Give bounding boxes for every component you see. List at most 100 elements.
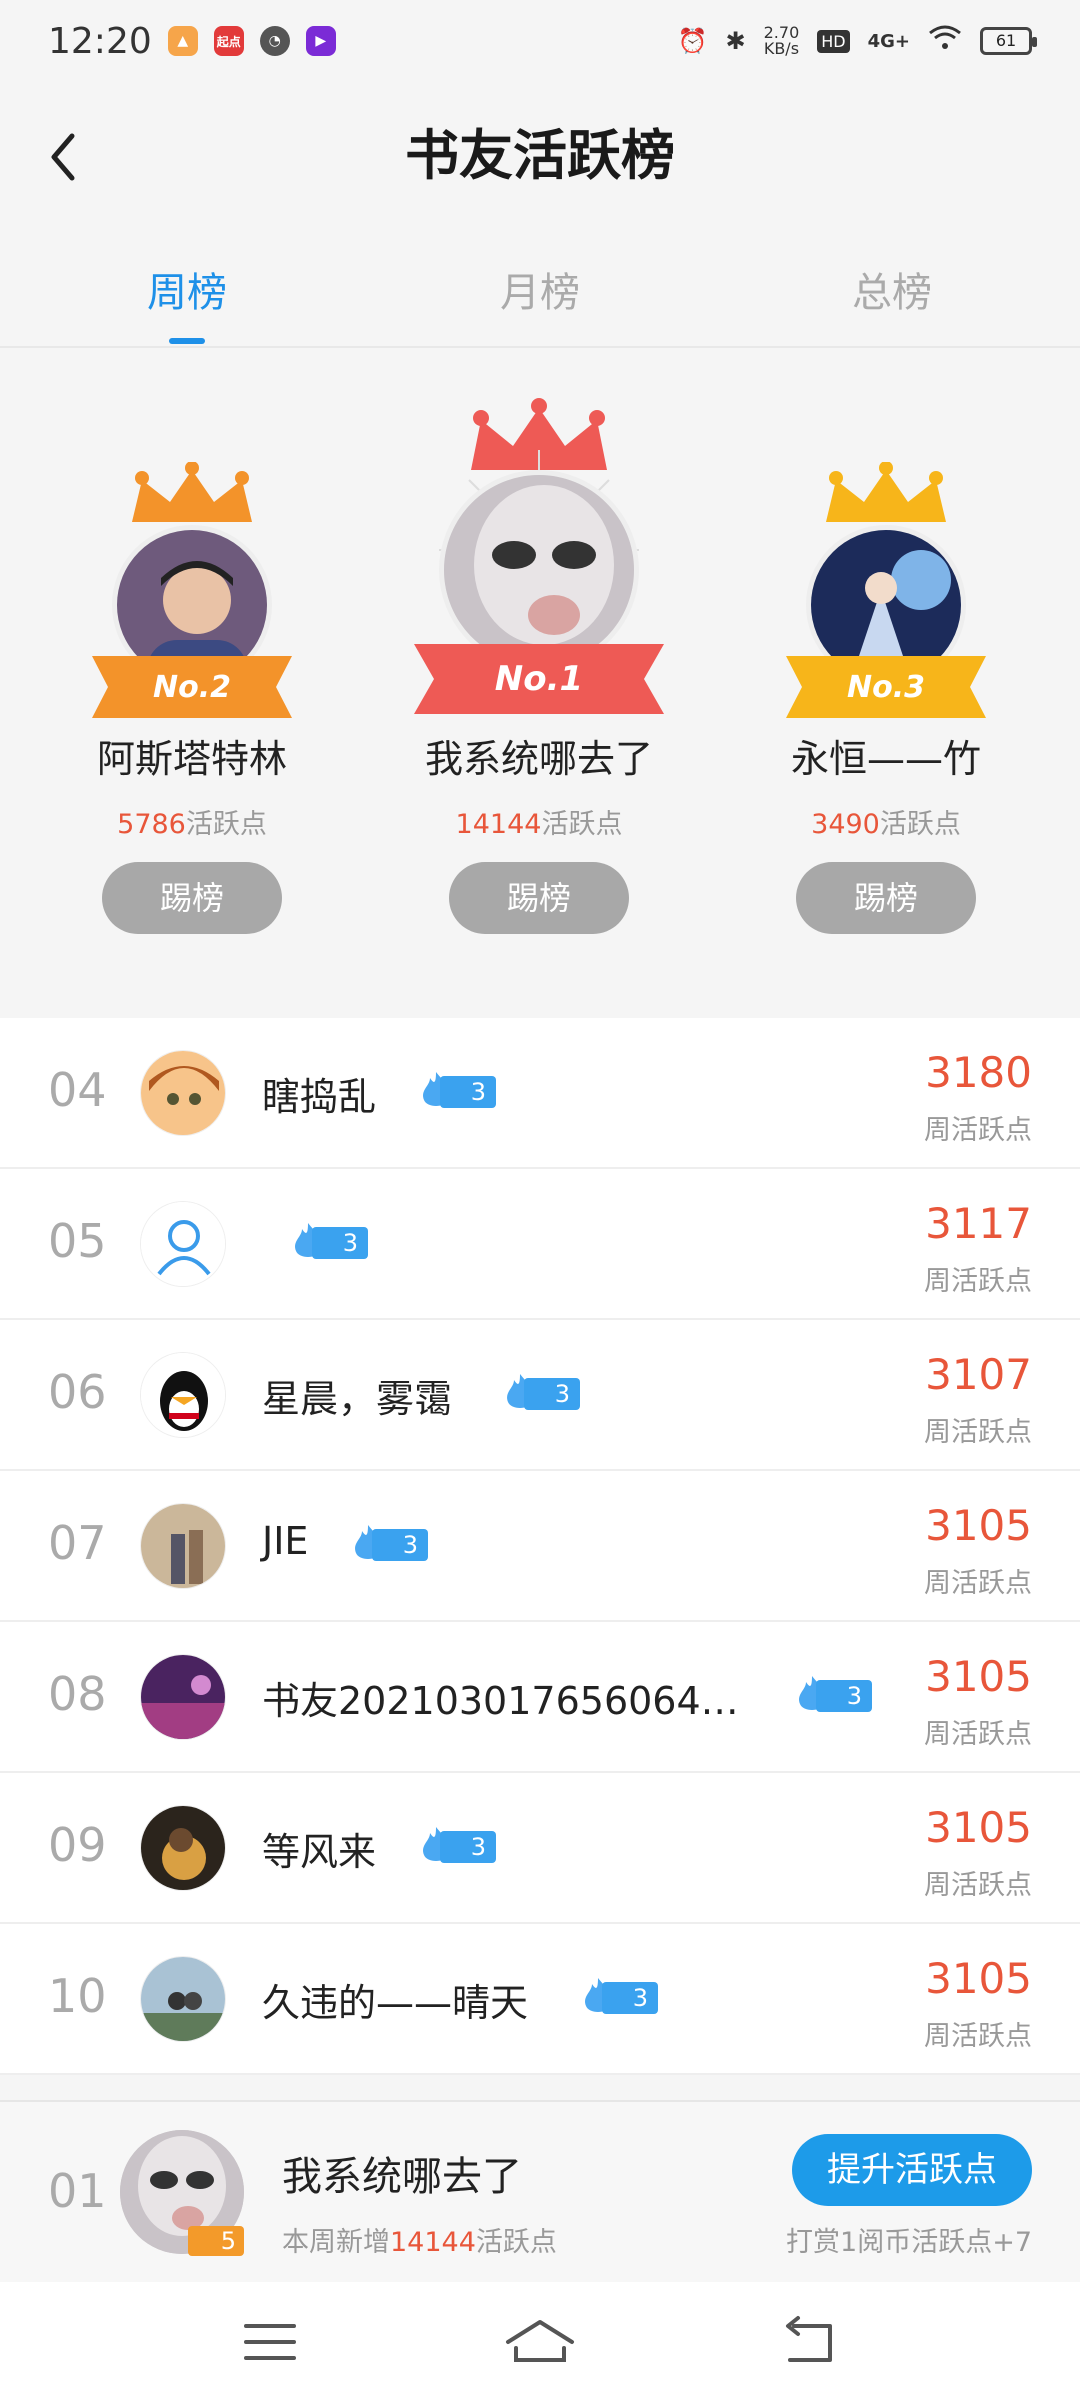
tab-active-indicator (169, 338, 205, 344)
video-notification-icon: ▶ (305, 26, 336, 56)
level-badge: 3 (580, 1976, 660, 2016)
table-row[interactable]: 07 JIE 3 3105 周活跃点 (0, 1471, 1080, 1622)
avatar[interactable] (140, 1805, 226, 1891)
my-weekly-summary: 本周新增14144活跃点 (282, 2220, 557, 2259)
row-points-label: 周活跃点 (924, 1115, 1032, 1146)
row-points-label: 周活跃点 (924, 1568, 1032, 1599)
avatar[interactable] (140, 1654, 226, 1740)
podium-third: No.3 永恒——竹 3490活跃点 踢榜 (706, 350, 1066, 995)
avatar[interactable] (140, 1352, 226, 1438)
rank-number: 09 (48, 1818, 107, 1872)
menu-button[interactable] (230, 2312, 310, 2372)
user-name: 久违的——晴天 (262, 1981, 529, 2025)
tab-weekly[interactable]: 周榜 (87, 260, 287, 318)
ranking-list: 04 瞎捣乱 3 3180 周活跃点 05 3 3117 周活跃点 06 星晨， (0, 1018, 1080, 2075)
back-arrow-icon (786, 2316, 832, 2362)
table-row[interactable]: 10 久违的——晴天 3 3105 周活跃点 (0, 1924, 1080, 2075)
row-points-label: 周活跃点 (924, 1266, 1032, 1297)
user-name: 星晨，雾霭 (262, 1377, 453, 1421)
table-row[interactable]: 05 3 3117 周活跃点 (0, 1169, 1080, 1320)
user-name: 书友20210301765606​4… (262, 1679, 739, 1723)
podium-points: 14144活跃点 (359, 802, 719, 841)
podium-name: 我系统哪去了 (424, 737, 653, 781)
avatar[interactable] (140, 1956, 226, 2042)
title-bar: 书友活跃榜 (0, 82, 1080, 230)
status-left: 12:20 ▲ 起点 ◔ ▶ (48, 21, 336, 62)
rank-number: 05 (48, 1214, 107, 1268)
summary-prefix: 本周新增 (282, 2227, 390, 2258)
my-name: 我系统哪去了 (282, 2154, 522, 2200)
user-name: 瞎捣乱 (262, 1075, 377, 1119)
points-suffix: 活跃点 (879, 809, 961, 840)
user-name: JIE (262, 1519, 309, 1563)
system-back-button[interactable] (770, 2312, 850, 2372)
podium-name: 阿斯塔特林 (96, 737, 287, 781)
avatar-image (141, 1957, 225, 2041)
default-user-icon (141, 1202, 225, 1286)
avatar[interactable] (140, 1503, 226, 1589)
kick-button[interactable]: 踢榜 (796, 862, 976, 934)
kick-button[interactable]: 踢榜 (449, 862, 629, 934)
points-value: 3490 (811, 809, 880, 840)
table-row[interactable]: 09 等风来 3 3105 周活跃点 (0, 1773, 1080, 1924)
podium-first: No.1 我系统哪去了 14144活跃点 踢榜 (359, 350, 719, 995)
table-row[interactable]: 04 瞎捣乱 3 3180 周活跃点 (0, 1018, 1080, 1169)
avatar[interactable] (140, 1201, 226, 1287)
alarm-icon: ⏰ (677, 27, 708, 55)
avatar-image (141, 1051, 225, 1135)
home-icon (506, 2320, 574, 2362)
level-value: 3 (312, 1227, 368, 1259)
battery-indicator: 61 (980, 27, 1037, 55)
network-type: 4G+ (867, 30, 910, 52)
system-nav-bar (0, 2282, 1080, 2408)
podium-name: 永恒——竹 (790, 737, 981, 781)
row-points: 3105 (925, 1652, 1032, 1701)
avatar-image (141, 1655, 225, 1739)
crown-silver-icon (132, 462, 252, 522)
level-value: 3 (440, 1076, 496, 1108)
row-points: 3105 (925, 1803, 1032, 1852)
level-value: 3 (440, 1831, 496, 1863)
user-name: 等风来 (262, 1830, 377, 1874)
avatar-image (141, 1504, 225, 1588)
podium: No.2 阿斯塔特林 5786活跃点 踢榜 No.1 我系统哪去了 14144活… (0, 350, 1080, 995)
crown-bronze-icon (826, 462, 946, 522)
network-speed: 2.70 KB/s (764, 25, 800, 57)
back-button[interactable] (38, 127, 88, 187)
avatar[interactable] (439, 470, 639, 670)
rank-number: 07 (48, 1516, 107, 1570)
table-row[interactable]: 06 星晨，雾霭 3 3107 周活跃点 (0, 1320, 1080, 1471)
row-points: 3105 (925, 1954, 1032, 2003)
boost-points-button[interactable]: 提升活跃点 (792, 2134, 1032, 2206)
row-points-label: 周活跃点 (924, 1417, 1032, 1448)
level-badge: 3 (794, 1674, 874, 1714)
rank-ribbon: No.1 (414, 644, 664, 714)
penguin-avatar-image (141, 1353, 225, 1437)
level-badge: 3 (418, 1825, 498, 1865)
reward-tip: 打赏1阅币活跃点+7 (786, 2227, 1032, 2258)
status-right: ⏰ ✱ 2.70 KB/s HD 4G+ 61 (677, 25, 1037, 57)
level-value: 3 (816, 1680, 872, 1712)
rank-ribbon: No.3 (786, 656, 986, 718)
level-value: 3 (602, 1982, 658, 2014)
app-notification-icon: ▲ (167, 26, 198, 56)
level-badge: 3 (350, 1523, 430, 1563)
rank-number: 10 (48, 1969, 107, 2023)
tab-monthly[interactable]: 月榜 (440, 260, 640, 318)
chevron-left-icon (51, 133, 75, 181)
row-points-label: 周活跃点 (924, 1870, 1032, 1901)
ranking-tabs: 周榜 月榜 总榜 (0, 230, 1080, 348)
podium-second: No.2 阿斯塔特林 5786活跃点 踢榜 (12, 350, 372, 995)
row-points: 3105 (925, 1501, 1032, 1550)
avatar[interactable] (140, 1050, 226, 1136)
home-button[interactable] (500, 2312, 580, 2372)
speed-notification-icon: ◔ (259, 26, 290, 56)
app-root: 12:20 ▲ 起点 ◔ ▶ ⏰ ✱ 2.70 KB/s HD 4G+ 61 书… (0, 0, 1080, 2408)
points-value: 5786 (117, 809, 186, 840)
podium-points: 5786活跃点 (12, 802, 372, 841)
points-suffix: 活跃点 (185, 809, 267, 840)
tab-total[interactable]: 总榜 (792, 260, 992, 318)
table-row[interactable]: 08 书友20210301765606​4… 3 3105 周活跃点 (0, 1622, 1080, 1773)
row-points: 3180 (925, 1048, 1032, 1097)
kick-button[interactable]: 踢榜 (102, 862, 282, 934)
